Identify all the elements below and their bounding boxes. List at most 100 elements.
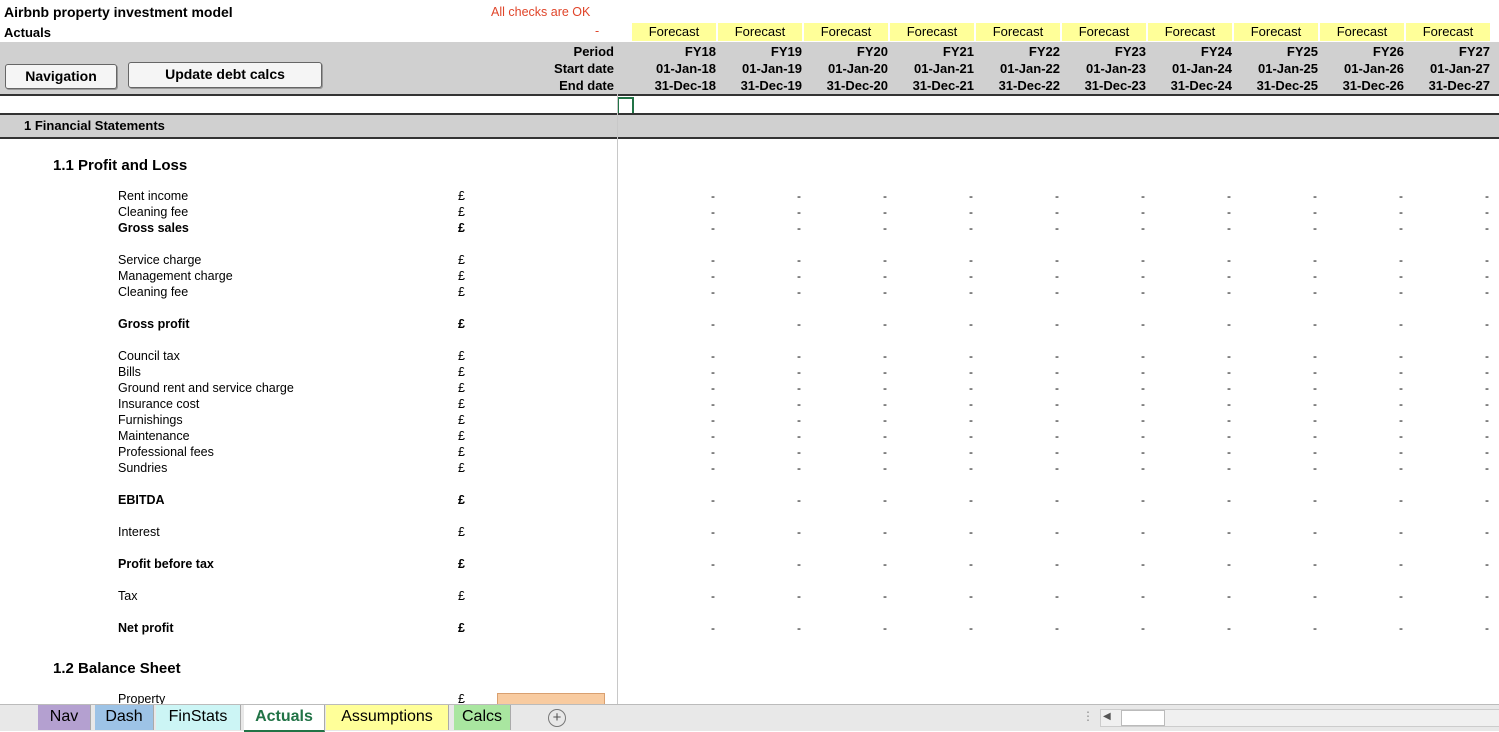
value-cell[interactable]: - [1310, 445, 1320, 459]
value-cell[interactable]: - [966, 413, 976, 427]
value-cell[interactable]: - [1224, 221, 1234, 235]
value-cell[interactable]: - [1310, 429, 1320, 443]
value-cell[interactable]: - [880, 317, 890, 331]
value-cell[interactable]: - [1396, 493, 1406, 507]
value-cell[interactable]: - [1482, 413, 1492, 427]
value-cell[interactable]: - [1396, 269, 1406, 283]
value-cell[interactable]: - [1482, 429, 1492, 443]
value-cell[interactable]: - [1138, 397, 1148, 411]
sheet-tab-actuals[interactable]: Actuals [244, 705, 325, 732]
value-cell[interactable]: - [1224, 445, 1234, 459]
value-cell[interactable]: - [880, 349, 890, 363]
value-cell[interactable]: - [1396, 525, 1406, 539]
value-cell[interactable]: - [1052, 285, 1062, 299]
value-cell[interactable]: - [794, 589, 804, 603]
value-cell[interactable]: - [1396, 429, 1406, 443]
value-cell[interactable]: - [708, 205, 718, 219]
value-cell[interactable]: - [1224, 621, 1234, 635]
value-cell[interactable]: - [1482, 525, 1492, 539]
value-cell[interactable]: - [794, 221, 804, 235]
value-cell[interactable]: - [1138, 285, 1148, 299]
sheet-tab-dash[interactable]: Dash [95, 705, 154, 730]
sheet-tab-finstats[interactable]: FinStats [156, 705, 241, 730]
value-cell[interactable]: - [1224, 269, 1234, 283]
value-cell[interactable]: - [1052, 317, 1062, 331]
value-cell[interactable]: - [1224, 189, 1234, 203]
value-cell[interactable]: - [1138, 621, 1148, 635]
value-cell[interactable]: - [794, 317, 804, 331]
value-cell[interactable]: - [1052, 621, 1062, 635]
value-cell[interactable]: - [1052, 397, 1062, 411]
value-cell[interactable]: - [880, 621, 890, 635]
value-cell[interactable]: - [1482, 269, 1492, 283]
value-cell[interactable]: - [880, 429, 890, 443]
value-cell[interactable]: - [1052, 461, 1062, 475]
value-cell[interactable]: - [1396, 589, 1406, 603]
value-cell[interactable]: - [708, 525, 718, 539]
value-cell[interactable]: - [1224, 285, 1234, 299]
value-cell[interactable]: - [880, 189, 890, 203]
value-cell[interactable]: - [708, 429, 718, 443]
value-cell[interactable]: - [880, 589, 890, 603]
value-cell[interactable]: - [1052, 349, 1062, 363]
value-cell[interactable]: - [966, 381, 976, 395]
value-cell[interactable]: - [708, 269, 718, 283]
value-cell[interactable]: - [1310, 205, 1320, 219]
value-cell[interactable]: - [1138, 253, 1148, 267]
value-cell[interactable]: - [1224, 589, 1234, 603]
value-cell[interactable]: - [966, 557, 976, 571]
value-cell[interactable]: - [708, 461, 718, 475]
value-cell[interactable]: - [880, 557, 890, 571]
value-cell[interactable]: - [794, 381, 804, 395]
value-cell[interactable]: - [966, 493, 976, 507]
value-cell[interactable]: - [1224, 461, 1234, 475]
value-cell[interactable]: - [708, 285, 718, 299]
scroll-thumb[interactable] [1121, 710, 1165, 726]
value-cell[interactable]: - [1138, 269, 1148, 283]
value-cell[interactable]: - [966, 397, 976, 411]
value-cell[interactable]: - [1396, 221, 1406, 235]
value-cell[interactable]: - [1482, 461, 1492, 475]
value-cell[interactable]: - [880, 221, 890, 235]
value-cell[interactable]: - [1310, 397, 1320, 411]
value-cell[interactable]: - [1482, 381, 1492, 395]
value-cell[interactable]: - [1310, 557, 1320, 571]
value-cell[interactable]: - [880, 205, 890, 219]
value-cell[interactable]: - [794, 621, 804, 635]
value-cell[interactable]: - [1396, 461, 1406, 475]
value-cell[interactable]: - [1138, 557, 1148, 571]
value-cell[interactable]: - [1052, 205, 1062, 219]
value-cell[interactable]: - [794, 189, 804, 203]
value-cell[interactable]: - [1310, 285, 1320, 299]
value-cell[interactable]: - [1224, 317, 1234, 331]
value-cell[interactable]: - [708, 189, 718, 203]
value-cell[interactable]: - [966, 269, 976, 283]
value-cell[interactable]: - [708, 397, 718, 411]
value-cell[interactable]: - [1310, 317, 1320, 331]
value-cell[interactable]: - [1310, 621, 1320, 635]
value-cell[interactable]: - [708, 221, 718, 235]
value-cell[interactable]: - [1138, 365, 1148, 379]
value-cell[interactable]: - [966, 317, 976, 331]
value-cell[interactable]: - [1396, 253, 1406, 267]
value-cell[interactable]: - [1396, 557, 1406, 571]
value-cell[interactable]: - [1138, 205, 1148, 219]
value-cell[interactable]: - [1482, 317, 1492, 331]
update-debt-calcs-button[interactable]: Update debt calcs [128, 62, 322, 88]
value-cell[interactable]: - [1052, 269, 1062, 283]
value-cell[interactable]: - [1482, 189, 1492, 203]
value-cell[interactable]: - [1310, 253, 1320, 267]
value-cell[interactable]: - [1310, 461, 1320, 475]
value-cell[interactable]: - [966, 525, 976, 539]
value-cell[interactable]: - [1052, 589, 1062, 603]
value-cell[interactable]: - [794, 253, 804, 267]
value-cell[interactable]: - [1138, 317, 1148, 331]
value-cell[interactable]: - [966, 285, 976, 299]
value-cell[interactable]: - [1138, 221, 1148, 235]
value-cell[interactable]: - [1224, 429, 1234, 443]
value-cell[interactable]: - [1138, 381, 1148, 395]
value-cell[interactable]: - [880, 253, 890, 267]
value-cell[interactable]: - [794, 429, 804, 443]
navigation-button[interactable]: Navigation [5, 64, 117, 89]
value-cell[interactable]: - [708, 445, 718, 459]
